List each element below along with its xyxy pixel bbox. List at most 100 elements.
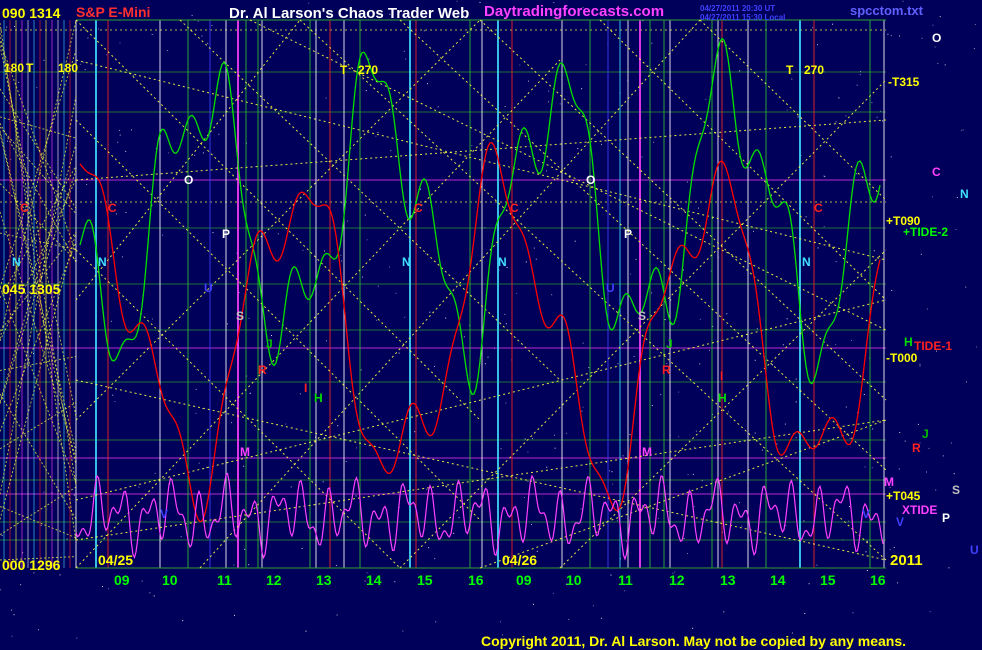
star xyxy=(835,121,837,123)
star xyxy=(366,239,368,241)
star xyxy=(141,580,143,582)
star xyxy=(546,466,548,468)
star xyxy=(414,431,416,433)
star xyxy=(804,613,806,614)
x-tick-label: 11 xyxy=(217,572,232,588)
star xyxy=(630,273,631,275)
star xyxy=(835,261,837,263)
chart-label: 180 xyxy=(58,61,78,75)
star xyxy=(523,497,525,498)
star xyxy=(43,59,45,61)
star xyxy=(6,26,8,28)
star xyxy=(505,323,507,325)
star xyxy=(244,548,246,550)
star xyxy=(231,422,232,424)
star xyxy=(325,340,327,342)
star xyxy=(865,551,867,553)
chart-label: H xyxy=(718,391,727,405)
right-label: U xyxy=(970,543,979,557)
star xyxy=(308,2,310,4)
star xyxy=(581,410,583,412)
star xyxy=(577,148,579,150)
star xyxy=(132,74,134,76)
star xyxy=(776,443,778,445)
x-tick-label: 13 xyxy=(316,572,332,588)
right-label: P xyxy=(942,511,950,525)
star xyxy=(377,132,379,133)
star xyxy=(965,286,967,288)
star xyxy=(356,447,357,449)
star xyxy=(50,171,52,173)
star xyxy=(365,90,367,92)
star xyxy=(87,37,89,39)
star xyxy=(532,438,533,440)
star xyxy=(167,50,169,51)
star xyxy=(243,465,245,467)
star xyxy=(548,90,550,92)
star xyxy=(741,525,743,527)
star xyxy=(897,582,899,584)
star xyxy=(524,438,526,440)
x-tick-label: 13 xyxy=(720,572,736,588)
chart-label: H xyxy=(314,391,323,405)
right-label: J xyxy=(922,427,929,441)
star xyxy=(226,323,228,325)
star xyxy=(932,24,934,26)
file-name: spcctom.txt xyxy=(850,3,924,18)
star xyxy=(824,176,826,178)
star xyxy=(110,320,112,322)
chart-label: N xyxy=(498,255,507,269)
star xyxy=(974,24,976,25)
x-tick-label: 14 xyxy=(366,572,382,588)
star xyxy=(687,553,688,554)
star xyxy=(324,250,325,252)
star xyxy=(848,520,850,522)
star xyxy=(574,240,576,242)
star xyxy=(893,547,895,548)
star xyxy=(368,58,370,60)
star xyxy=(726,313,728,315)
star xyxy=(547,101,549,103)
star xyxy=(588,367,590,369)
mid-scale-label: 045 1305 xyxy=(2,281,61,297)
chart-label: C xyxy=(414,201,423,215)
star xyxy=(325,97,327,99)
star xyxy=(823,226,825,228)
star xyxy=(582,342,584,344)
star xyxy=(248,317,250,319)
chart-label: C xyxy=(20,201,29,215)
x-tick-label: 15 xyxy=(820,572,836,588)
star xyxy=(890,35,892,37)
star xyxy=(929,611,931,613)
right-label: +T045 xyxy=(886,489,921,503)
star xyxy=(0,589,2,591)
star xyxy=(119,129,121,131)
star xyxy=(102,586,103,587)
star xyxy=(73,494,75,496)
star xyxy=(76,637,78,639)
x-tick-label: 15 xyxy=(417,572,433,588)
site-link[interactable]: Daytradingforecasts.com xyxy=(484,3,664,20)
star xyxy=(82,61,84,63)
star xyxy=(601,617,603,619)
star xyxy=(866,540,868,542)
star xyxy=(506,267,508,268)
star xyxy=(754,359,756,361)
star xyxy=(932,196,933,198)
chart-label: U xyxy=(204,281,213,295)
star xyxy=(889,549,891,551)
star xyxy=(122,256,123,258)
star xyxy=(795,437,797,439)
star xyxy=(926,471,927,473)
star xyxy=(838,97,840,99)
star xyxy=(484,363,486,365)
star xyxy=(394,581,396,583)
star xyxy=(364,214,366,216)
date-label: 04/25 xyxy=(98,552,133,568)
chart-label: C xyxy=(108,201,117,215)
star xyxy=(882,120,884,122)
x-tick-label: 11 xyxy=(618,572,633,588)
star xyxy=(786,109,788,111)
star xyxy=(664,319,666,320)
star xyxy=(890,156,892,158)
